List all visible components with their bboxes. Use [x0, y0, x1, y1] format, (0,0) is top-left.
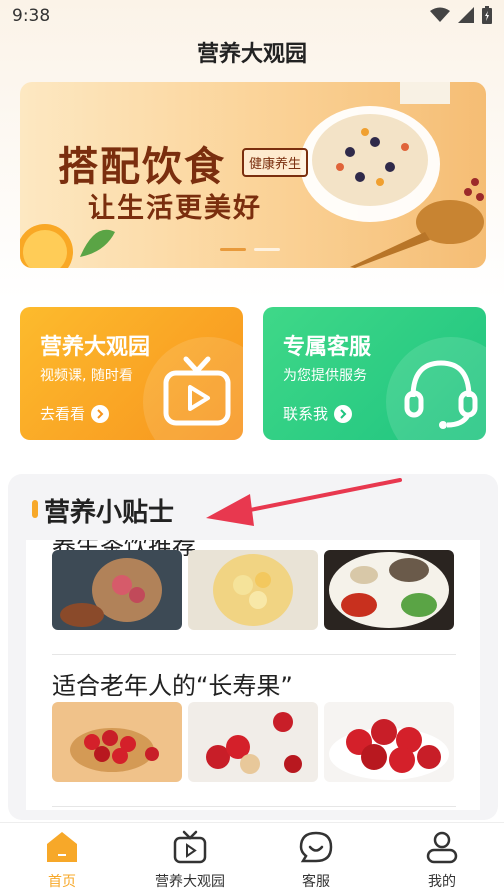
divider — [52, 654, 456, 655]
page-title: 营养大观园 — [196, 42, 307, 67]
nav-home[interactable]: 首页 — [12, 829, 112, 891]
nav-mine[interactable]: 我的 — [392, 829, 492, 891]
nav-label: 我的 — [428, 874, 456, 890]
home-icon — [47, 832, 77, 862]
go-see-link[interactable]: 去看看 — [40, 403, 110, 424]
card-link-label: 去看看 — [40, 405, 86, 423]
card-subtitle: 为您提供服务 — [283, 368, 367, 384]
arrow-right-icon — [334, 404, 353, 423]
contact-me-link[interactable]: 联系我 — [283, 403, 353, 424]
status-time: 9:38 — [12, 6, 51, 26]
headset-icon — [404, 360, 478, 429]
chat-icon — [299, 831, 333, 863]
tv-icon — [173, 830, 207, 864]
battery-icon — [482, 6, 492, 24]
card-title: 营养大观园 — [40, 335, 151, 360]
rose-tea-photo[interactable] — [52, 550, 182, 630]
banner-subline: 让生活更美好 — [88, 193, 262, 224]
arrow-right-icon — [91, 404, 110, 423]
divider — [52, 806, 456, 807]
bottom-nav: 首页 营养大观园 客服 我的 — [0, 822, 504, 894]
banner-headline: 搭配饮食 — [58, 144, 226, 190]
card-link-label: 联系我 — [283, 405, 329, 423]
hawthorn-pile-photo[interactable] — [324, 702, 454, 782]
status-icons — [430, 6, 492, 24]
nav-nutrition[interactable]: 营养大观园 — [140, 829, 240, 891]
customer-service-card[interactable]: 专属客服 为您提供服务 联系我 — [263, 307, 486, 440]
herbal-ingredients-photo[interactable] — [324, 550, 454, 630]
banner-dot[interactable] — [220, 248, 246, 251]
nav-label: 客服 — [302, 874, 330, 890]
card-subtitle: 视频课, 随时看 — [40, 368, 133, 384]
card-title: 专属客服 — [283, 335, 372, 360]
tv-icon — [163, 356, 231, 426]
hawthorn-sliced-photo[interactable] — [188, 702, 318, 782]
section-title: 营养小贴士 — [44, 498, 175, 528]
user-icon — [426, 831, 458, 864]
signal-icon — [458, 7, 474, 23]
nav-label: 首页 — [48, 874, 76, 890]
annotation-arrow — [206, 478, 402, 526]
promo-banner[interactable]: 搭配饮食 健康养生 让生活更美好 — [20, 82, 486, 268]
video-course-card[interactable]: 营养大观园 视频课, 随时看 去看看 — [20, 307, 243, 440]
status-bar: 9:38 — [0, 0, 504, 32]
wifi-icon — [430, 7, 450, 22]
banner-dot[interactable] — [254, 248, 280, 251]
chrysanthemum-tea-photo[interactable] — [188, 550, 318, 630]
nav-label: 营养大观园 — [155, 874, 225, 890]
nav-service[interactable]: 客服 — [266, 829, 366, 891]
banner-pagination — [220, 248, 280, 251]
tips-list[interactable]: 养生茶饮推荐 适合老年人的“长寿果” — [26, 540, 480, 810]
section-accent-bar — [32, 500, 38, 518]
article-title[interactable]: 适合老年人的“长寿果” — [52, 666, 293, 701]
banner-tag: 健康养生 — [242, 148, 309, 177]
hawthorn-bowl-photo[interactable] — [52, 702, 182, 782]
